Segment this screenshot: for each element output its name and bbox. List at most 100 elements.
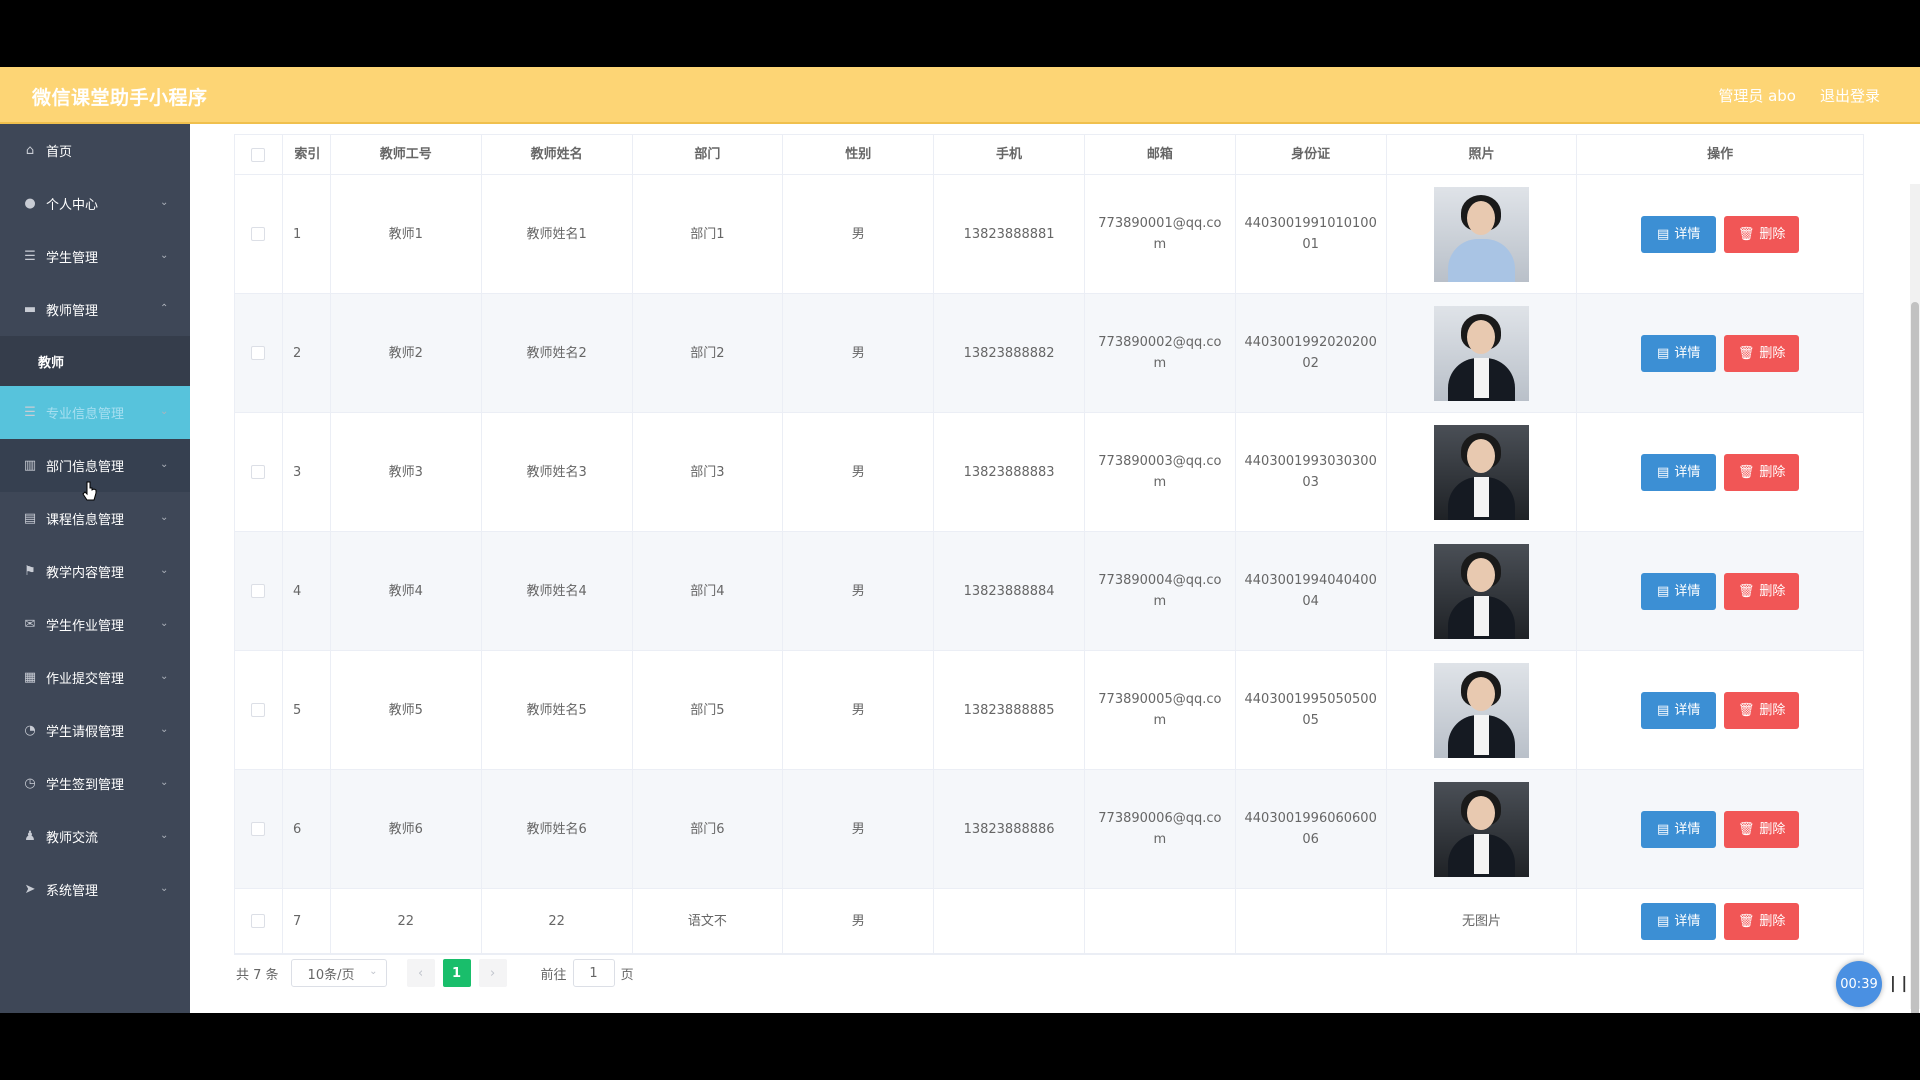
delete-button[interactable]: 🗑 删除 <box>1724 572 1800 610</box>
chevron-down-icon: ⌄ <box>160 883 169 894</box>
teacher-photo[interactable] <box>1433 305 1529 401</box>
detail-button-label: 详情 <box>1674 821 1701 837</box>
vertical-scrollbar[interactable] <box>1910 184 1920 1013</box>
trash-icon: 🗑 <box>1737 464 1755 480</box>
sidebar-item-14[interactable]: ➤ 系统管理 ⌄ <box>0 863 190 916</box>
sidebar-item-8[interactable]: ⚑ 教学内容管理 ⌄ <box>0 545 190 598</box>
cell-photo <box>1387 294 1578 412</box>
cell-phone: 13823888885 <box>934 651 1085 769</box>
detail-button-label: 详情 <box>1674 702 1701 718</box>
row-checkbox[interactable] <box>251 703 266 717</box>
total-count: 共 7 条 <box>236 967 279 983</box>
delete-button[interactable]: 🗑 删除 <box>1724 453 1800 491</box>
sidebar-item-5[interactable]: ☰ 专业信息管理 ⌄ <box>0 386 190 439</box>
detail-button-label: 详情 <box>1674 226 1701 242</box>
sidebar-item-13[interactable]: ♟ 教师交流 ⌄ <box>0 810 190 863</box>
select-all-checkbox[interactable] <box>251 147 266 162</box>
next-page-button[interactable]: › <box>478 959 507 987</box>
chevron-down-icon: ⌄ <box>160 724 169 735</box>
detail-button[interactable]: ▤ 详情 <box>1641 334 1717 372</box>
sidebar-item-0[interactable]: ⌂ 首页 <box>0 124 190 177</box>
delete-button[interactable]: 🗑 删除 <box>1724 902 1800 940</box>
row-checkbox[interactable] <box>251 465 266 479</box>
document-icon: ▤ <box>1657 702 1670 718</box>
teacher-photo[interactable] <box>1433 662 1529 758</box>
logout-link[interactable]: 退出登录 <box>1820 85 1880 106</box>
chevron-down-icon: ⌄ <box>160 565 169 576</box>
sidebar-item-label: 学生请假管理 <box>46 725 125 740</box>
delete-button-label: 删除 <box>1759 913 1786 929</box>
page-size-value: 10条/页 <box>307 967 355 983</box>
cell-sex: 男 <box>783 770 935 888</box>
select-all-checkbox-cell <box>235 135 283 174</box>
cell-id: 440300199404040004 <box>1236 532 1387 650</box>
delete-button[interactable]: 🗑 删除 <box>1724 215 1800 253</box>
detail-button[interactable]: ▤ 详情 <box>1641 691 1717 729</box>
detail-button-label: 详情 <box>1674 583 1701 599</box>
sidebar-item-12[interactable]: ◷ 学生签到管理 ⌄ <box>0 757 190 810</box>
row-checkbox[interactable] <box>251 914 266 928</box>
detail-button[interactable]: ▤ 详情 <box>1641 453 1717 491</box>
trash-icon: 🗑 <box>1737 913 1755 929</box>
letterbox-bottom <box>0 1013 1920 1080</box>
pause-icon[interactable]: | | <box>1890 973 1907 992</box>
cell-sex: 男 <box>783 294 935 412</box>
current-page-button[interactable]: 1 <box>442 959 471 987</box>
cell-sex: 男 <box>783 413 935 531</box>
recording-timer[interactable]: 00:39 <box>1836 961 1882 1007</box>
delete-button[interactable]: 🗑 删除 <box>1724 334 1800 372</box>
row-checkbox[interactable] <box>251 584 266 598</box>
row-checkbox[interactable] <box>251 227 266 241</box>
detail-button[interactable]: ▤ 详情 <box>1641 902 1717 940</box>
cell-idx: 6 <box>283 770 331 888</box>
sidebar-item-3[interactable]: ▬ 教师管理 ⌃ <box>0 283 190 336</box>
row-checkbox[interactable] <box>251 822 266 836</box>
scrollbar-thumb[interactable] <box>1911 302 1919 1013</box>
sidebar-item-11[interactable]: ◔ 学生请假管理 ⌄ <box>0 704 190 757</box>
teacher-photo[interactable] <box>1433 781 1529 877</box>
table-row: 7 22 22 语文不男无图片 ▤ 详情 🗑 删除 <box>235 889 1863 954</box>
cell-actions: ▤ 详情 🗑 删除 <box>1577 413 1863 531</box>
cell-name: 教师姓名6 <box>482 770 633 888</box>
detail-button[interactable]: ▤ 详情 <box>1641 215 1717 253</box>
detail-button-label: 详情 <box>1674 464 1701 480</box>
cell-dept: 语文不 <box>633 889 784 953</box>
sidebar-item-2[interactable]: ☰ 学生管理 ⌄ <box>0 230 190 283</box>
delete-button[interactable]: 🗑 删除 <box>1724 691 1800 729</box>
delete-button[interactable]: 🗑 删除 <box>1724 810 1800 848</box>
sidebar-item-1[interactable]: ● 个人中心 ⌄ <box>0 177 190 230</box>
teacher-table: 索引 教师工号 教师姓名 部门 性别 手机 邮箱 身份证 照片 操作 1 教师1 教师姓名1 部门1 男 1… <box>234 134 1864 955</box>
trash-icon: 🗑 <box>1737 583 1755 599</box>
teacher-photo[interactable] <box>1433 186 1529 282</box>
cell-id <box>1236 889 1387 953</box>
delete-button-label: 删除 <box>1759 226 1786 242</box>
cell-sex: 男 <box>783 532 935 650</box>
goto-page-input[interactable] <box>572 959 615 987</box>
cell-photo <box>1387 651 1578 769</box>
detail-button[interactable]: ▤ 详情 <box>1641 572 1717 610</box>
cell-actions: ▤ 详情 🗑 删除 <box>1577 770 1863 888</box>
row-checkbox-cell <box>235 532 283 650</box>
column-header: 教师姓名 <box>482 135 633 174</box>
cell-idx: 2 <box>283 294 331 412</box>
row-checkbox-cell <box>235 889 283 953</box>
detail-button[interactable]: ▤ 详情 <box>1641 810 1717 848</box>
prev-page-button[interactable]: ‹ <box>406 959 435 987</box>
cell-phone: 13823888886 <box>934 770 1085 888</box>
teacher-photo[interactable] <box>1433 543 1529 639</box>
teacher-photo[interactable] <box>1433 424 1529 520</box>
chevron-down-icon: ⌄ <box>160 250 169 261</box>
sidebar-item-4[interactable]: 教师 <box>0 336 190 386</box>
row-checkbox-cell <box>235 294 283 412</box>
column-header: 照片 <box>1387 135 1578 174</box>
row-checkbox[interactable] <box>251 346 266 360</box>
cell-idx: 5 <box>283 651 331 769</box>
cell-email: 773890001@qq.com <box>1085 175 1236 293</box>
page-size-select[interactable]: 10条/页 ⌄ <box>290 959 387 987</box>
sidebar-item-9[interactable]: ✉ 学生作业管理 ⌄ <box>0 598 190 651</box>
app-title: 微信课堂助手小程序 <box>32 87 208 109</box>
cell-phone: 13823888884 <box>934 532 1085 650</box>
sidebar-item-label: 课程信息管理 <box>46 513 125 528</box>
sidebar-item-label: 教师 <box>38 355 65 371</box>
sidebar-item-10[interactable]: ▦ 作业提交管理 ⌄ <box>0 651 190 704</box>
